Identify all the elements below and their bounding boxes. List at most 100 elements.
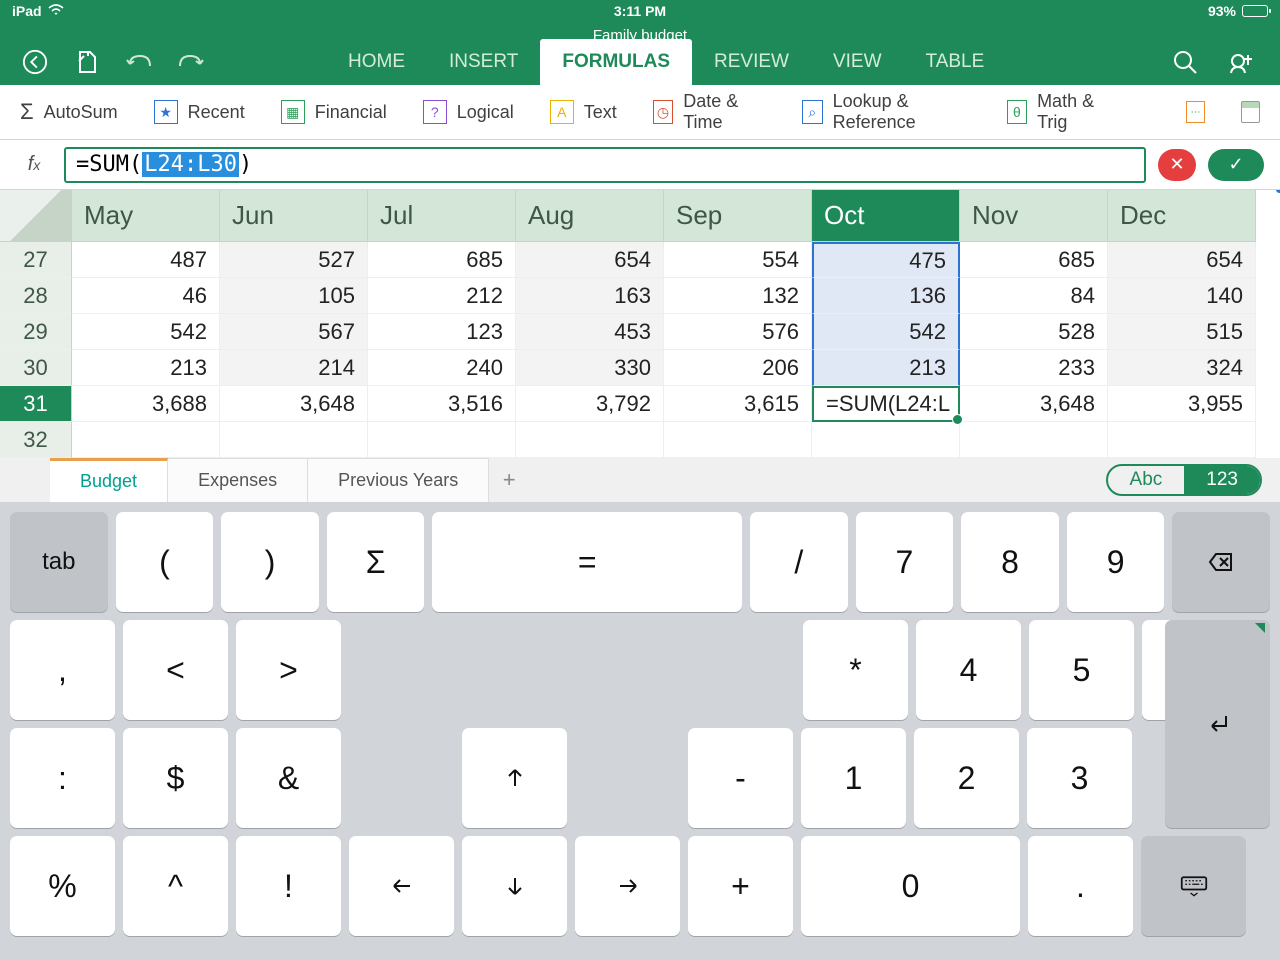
cell-r28-c4[interactable]: 132: [664, 278, 812, 314]
key-8[interactable]: 8: [961, 512, 1059, 612]
cell-r29-c0[interactable]: 542: [72, 314, 220, 350]
cell-r29-c4[interactable]: 576: [664, 314, 812, 350]
cell-r27-c7[interactable]: 654: [1108, 242, 1256, 278]
ribbon-datetime[interactable]: ◷Date & Time: [653, 91, 766, 133]
key-colon[interactable]: :: [10, 728, 115, 828]
cell-r27-c3[interactable]: 654: [516, 242, 664, 278]
key-enter[interactable]: [1165, 620, 1270, 828]
cell-r31-c4[interactable]: 3,615: [664, 386, 812, 422]
file-icon[interactable]: [74, 49, 100, 75]
col-header-oct[interactable]: Oct: [812, 190, 960, 242]
cell-r31-c0[interactable]: 3,688: [72, 386, 220, 422]
cell-r29-c5[interactable]: 542: [812, 314, 960, 350]
key-tab[interactable]: tab: [10, 512, 108, 612]
col-header-may[interactable]: May: [72, 190, 220, 242]
key-up[interactable]: [462, 728, 567, 828]
cell-r32-c6[interactable]: [960, 422, 1108, 458]
key-rparen[interactable]: ): [221, 512, 319, 612]
cell-r30-c5[interactable]: 213: [812, 350, 960, 386]
cell-r32-c1[interactable]: [220, 422, 368, 458]
cell-r27-c5[interactable]: 475: [812, 242, 960, 278]
ribbon-calculator-icon[interactable]: [1241, 101, 1260, 123]
row-header-28[interactable]: 28: [0, 278, 72, 314]
row-header-32[interactable]: 32: [0, 422, 72, 458]
add-sheet-button[interactable]: +: [489, 458, 529, 502]
ribbon-text[interactable]: AText: [550, 100, 617, 124]
cell-r29-c2[interactable]: 123: [368, 314, 516, 350]
cell-r31-c2[interactable]: 3,516: [368, 386, 516, 422]
key-dot[interactable]: .: [1028, 836, 1133, 936]
cell-r30-c4[interactable]: 206: [664, 350, 812, 386]
formula-confirm-button[interactable]: ✓: [1208, 149, 1264, 181]
cell-r28-c7[interactable]: 140: [1108, 278, 1256, 314]
cell-r32-c4[interactable]: [664, 422, 812, 458]
key-minus[interactable]: -: [688, 728, 793, 828]
ribbon-logical[interactable]: ?Logical: [423, 100, 514, 124]
ribbon-recent[interactable]: ★Recent: [154, 100, 245, 124]
cell-r31-c6[interactable]: 3,648: [960, 386, 1108, 422]
key-slash[interactable]: /: [750, 512, 848, 612]
cell-r28-c5[interactable]: 136: [812, 278, 960, 314]
cell-r27-c1[interactable]: 527: [220, 242, 368, 278]
cell-r28-c1[interactable]: 105: [220, 278, 368, 314]
formula-cancel-button[interactable]: ✕: [1158, 149, 1196, 181]
col-header-aug[interactable]: Aug: [516, 190, 664, 242]
spreadsheet-grid[interactable]: MayJunJulAugSepOctNovDec2748752768565455…: [0, 190, 1280, 458]
key-2[interactable]: 2: [914, 728, 1019, 828]
tab-review[interactable]: REVIEW: [692, 39, 811, 85]
key-hide-keyboard[interactable]: [1141, 836, 1246, 936]
sheet-tab-previous[interactable]: Previous Years: [308, 458, 489, 502]
formula-input[interactable]: =SUM(L24:L30): [64, 147, 1146, 183]
cell-r32-c3[interactable]: [516, 422, 664, 458]
tab-table[interactable]: TABLE: [904, 39, 1007, 85]
col-header-dec[interactable]: Dec: [1108, 190, 1256, 242]
select-all-corner[interactable]: [0, 190, 72, 242]
ribbon-autosum[interactable]: ΣAutoSum: [20, 99, 118, 125]
cell-r32-c5[interactable]: [812, 422, 960, 458]
tab-insert[interactable]: INSERT: [427, 39, 540, 85]
key-excl[interactable]: !: [236, 836, 341, 936]
key-comma[interactable]: ,: [10, 620, 115, 720]
tab-view[interactable]: VIEW: [811, 39, 904, 85]
share-icon[interactable]: [1228, 49, 1254, 75]
back-icon[interactable]: [22, 49, 48, 75]
cell-r28-c0[interactable]: 46: [72, 278, 220, 314]
key-right[interactable]: [575, 836, 680, 936]
mode-123[interactable]: 123: [1184, 466, 1260, 494]
key-4[interactable]: 4: [916, 620, 1021, 720]
cell-r31-c7[interactable]: 3,955: [1108, 386, 1256, 422]
cell-r30-c3[interactable]: 330: [516, 350, 664, 386]
cell-r30-c1[interactable]: 214: [220, 350, 368, 386]
cell-r30-c6[interactable]: 233: [960, 350, 1108, 386]
cell-r30-c2[interactable]: 240: [368, 350, 516, 386]
key-down[interactable]: [462, 836, 567, 936]
tab-formulas[interactable]: FORMULAS: [540, 39, 692, 85]
cell-r31-c5[interactable]: =SUM(L24:L: [812, 386, 960, 422]
key-sigma[interactable]: Σ: [327, 512, 425, 612]
col-header-sep[interactable]: Sep: [664, 190, 812, 242]
row-header-30[interactable]: 30: [0, 350, 72, 386]
key-star[interactable]: *: [803, 620, 908, 720]
cell-r27-c4[interactable]: 554: [664, 242, 812, 278]
key-lparen[interactable]: (: [116, 512, 214, 612]
col-header-nov[interactable]: Nov: [960, 190, 1108, 242]
cell-r28-c3[interactable]: 163: [516, 278, 664, 314]
cell-r32-c7[interactable]: [1108, 422, 1256, 458]
cell-r27-c6[interactable]: 685: [960, 242, 1108, 278]
key-gt[interactable]: >: [236, 620, 341, 720]
cell-r27-c2[interactable]: 685: [368, 242, 516, 278]
key-7[interactable]: 7: [856, 512, 954, 612]
key-equals[interactable]: =: [432, 512, 742, 612]
cell-r30-c7[interactable]: 324: [1108, 350, 1256, 386]
cell-r29-c1[interactable]: 567: [220, 314, 368, 350]
cell-r29-c6[interactable]: 528: [960, 314, 1108, 350]
cell-r32-c0[interactable]: [72, 422, 220, 458]
col-header-jun[interactable]: Jun: [220, 190, 368, 242]
sheet-tab-expenses[interactable]: Expenses: [168, 458, 308, 502]
cell-r28-c6[interactable]: 84: [960, 278, 1108, 314]
row-header-29[interactable]: 29: [0, 314, 72, 350]
keyboard-mode-switch[interactable]: Abc 123: [1106, 464, 1262, 496]
key-9[interactable]: 9: [1067, 512, 1165, 612]
cell-r31-c1[interactable]: 3,648: [220, 386, 368, 422]
ribbon-more-icon[interactable]: ⋯: [1186, 101, 1205, 123]
